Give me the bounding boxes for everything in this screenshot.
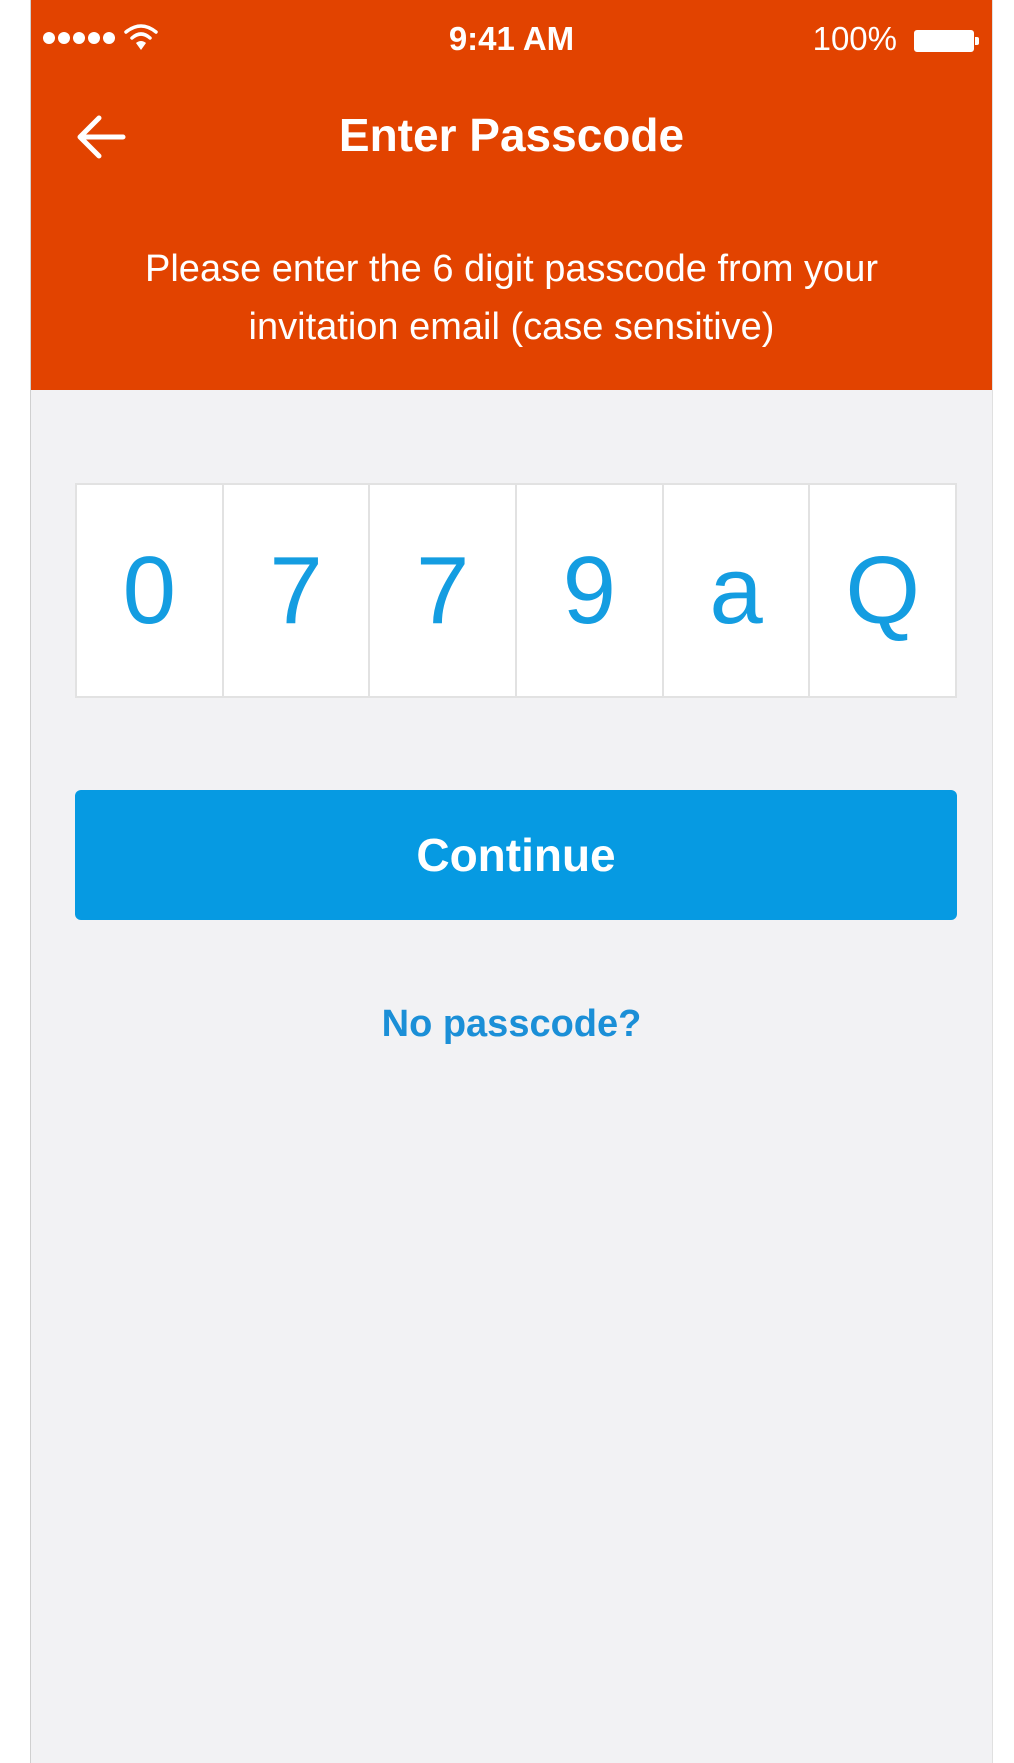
header-region: 9:41 AM 100% Enter Passcode Please enter…	[31, 0, 992, 390]
page-title: Enter Passcode	[338, 109, 685, 161]
status-bar: 9:41 AM 100%	[31, 0, 992, 80]
instructions-text: Please enter the 6 digit passcode from y…	[145, 248, 878, 348]
passcode-digit[interactable]: Q	[810, 485, 955, 696]
passcode-digit[interactable]: 0	[77, 485, 224, 696]
passcode-input[interactable]: 0 7 7 9 a Q	[75, 483, 957, 698]
no-passcode-link[interactable]: No passcode?	[31, 1003, 992, 1046]
passcode-digit[interactable]: 9	[517, 485, 664, 696]
phone-screen: 9:41 AM 100% Enter Passcode Please enter…	[30, 0, 993, 1763]
passcode-digit[interactable]: 7	[224, 485, 371, 696]
passcode-digit[interactable]: a	[664, 485, 811, 696]
battery-percent: 100%	[812, 20, 897, 57]
battery-icon	[914, 30, 979, 52]
continue-button[interactable]: Continue	[75, 790, 957, 920]
passcode-digit[interactable]: 7	[370, 485, 518, 696]
